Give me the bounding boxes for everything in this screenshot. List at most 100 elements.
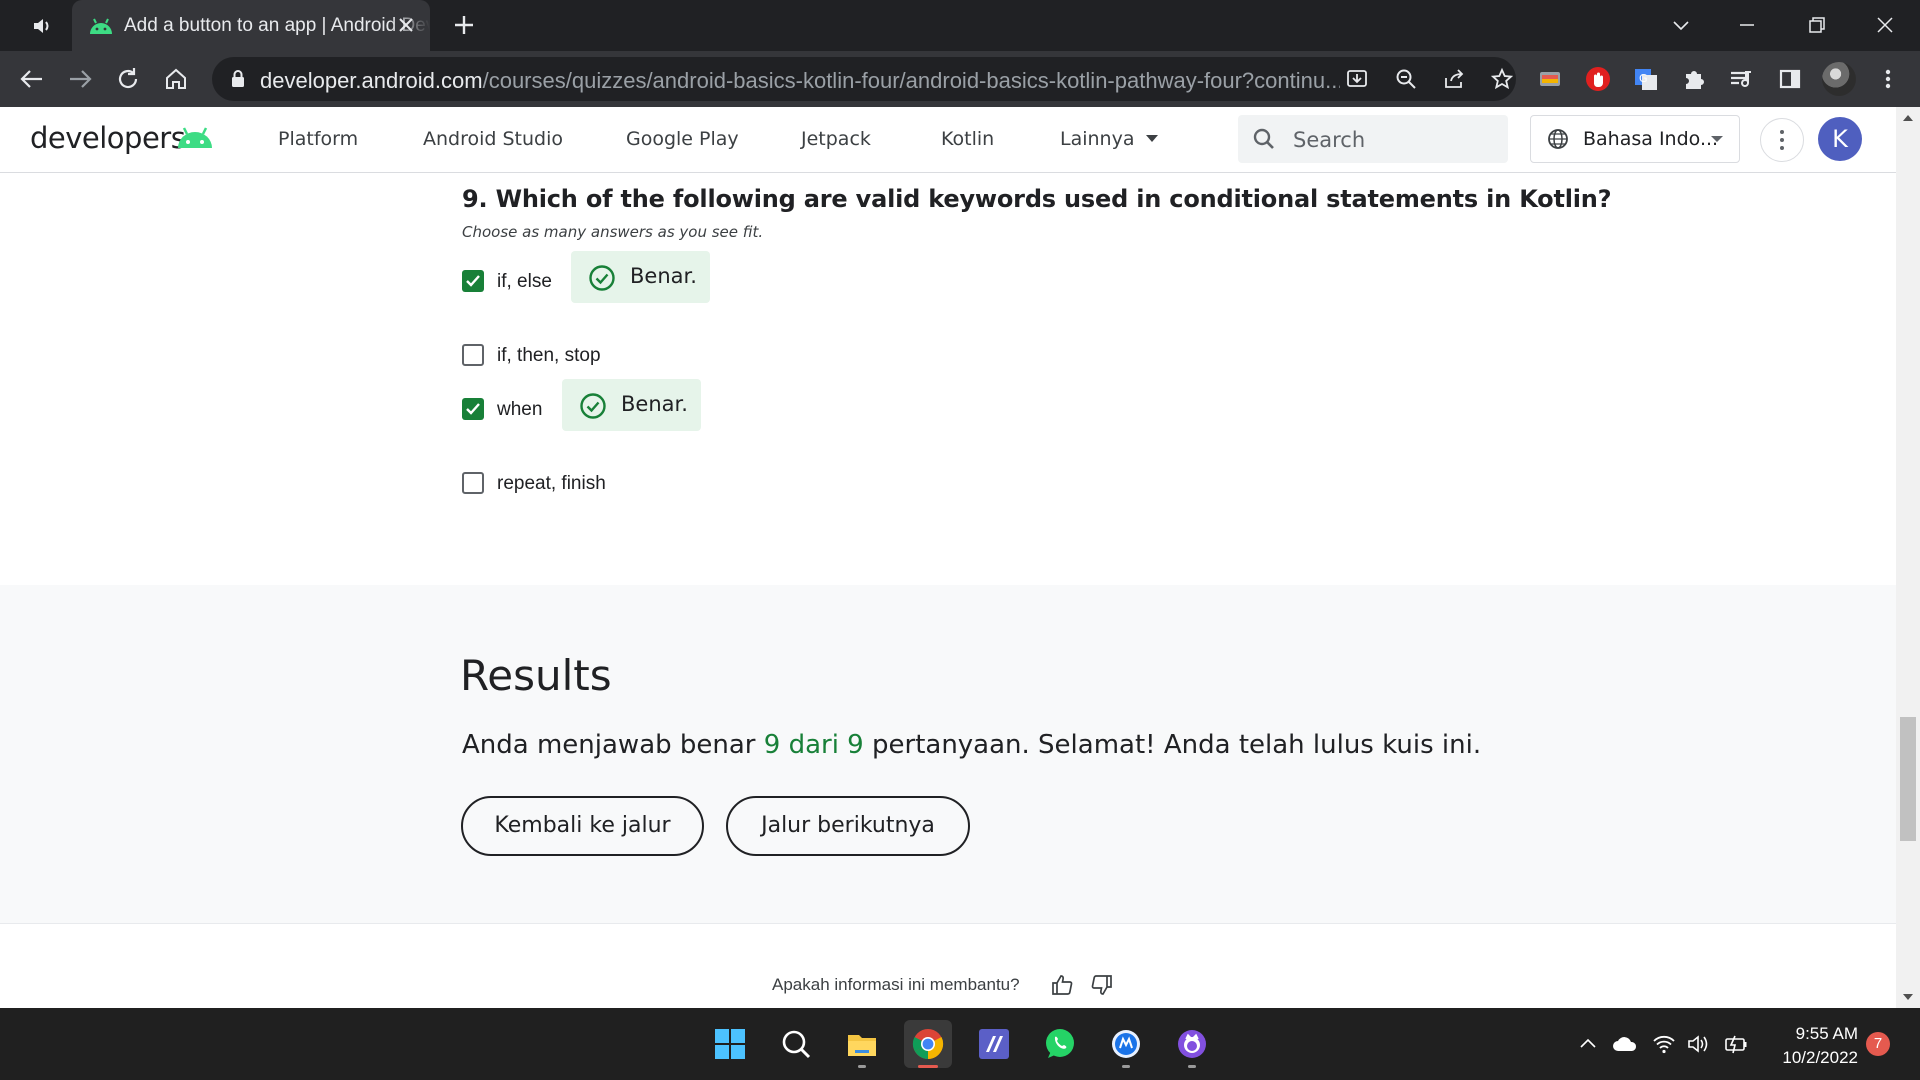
adblock-extension-icon[interactable] (1584, 65, 1612, 93)
score: 9 dari 9 (763, 730, 864, 760)
nav-jetpack[interactable]: Jetpack (801, 128, 871, 150)
side-panel-icon[interactable] (1776, 65, 1804, 93)
share-icon[interactable] (1442, 67, 1466, 91)
checkbox-unchecked[interactable] (462, 472, 484, 494)
address-bar[interactable]: developer.android.com/courses/quizzes/an… (212, 57, 1516, 101)
back-icon[interactable] (18, 65, 46, 93)
browser-tab-active[interactable]: Add a button to an app | Android Develop… (72, 0, 464, 51)
windows-taskbar: 9:55 AM 10/2/2022 7 (0, 1008, 1920, 1080)
onedrive-cloud-icon[interactable] (1612, 1032, 1637, 1056)
feedback-text: Benar. (621, 392, 688, 416)
helpful-prompt: Apakah informasi ini membantu? (772, 975, 1020, 994)
site-header: developers Platform Android Studio Googl… (0, 107, 1896, 173)
media-queue-icon[interactable] (1728, 65, 1756, 93)
android-favicon-icon (88, 16, 114, 36)
new-tab-icon[interactable] (452, 13, 476, 37)
back-to-pathway-button[interactable]: Kembali ke jalur (461, 796, 704, 856)
results-text-before: Anda menjawab benar (462, 730, 764, 760)
search-input[interactable]: Search (1238, 115, 1508, 163)
option-label: if, then, stop (497, 345, 601, 366)
scroll-thumb[interactable] (1900, 717, 1916, 841)
browser-profile-avatar[interactable] (1822, 62, 1856, 96)
android-logo-icon[interactable] (176, 127, 214, 149)
close-window-icon[interactable] (1872, 12, 1898, 38)
globe-icon (1547, 128, 1569, 150)
taskbar-search-icon[interactable] (772, 1020, 820, 1068)
svg-text:G: G (1639, 72, 1648, 85)
option-label: repeat, finish (497, 473, 606, 494)
restore-icon[interactable] (1804, 12, 1830, 38)
github-desktop-icon[interactable] (1168, 1020, 1216, 1068)
running-indicator (858, 1065, 866, 1068)
check-circle-icon (588, 264, 616, 292)
more-options-button[interactable] (1760, 118, 1804, 162)
lock-icon[interactable] (230, 69, 246, 89)
tray-overflow-chevron-icon[interactable] (1576, 1032, 1600, 1056)
whatsapp-icon[interactable] (1036, 1020, 1084, 1068)
bookmark-star-icon[interactable] (1490, 67, 1514, 91)
results-summary: Anda menjawab benar 9 dari 9 pertanyaan.… (462, 730, 1481, 760)
checkbox-unchecked[interactable] (462, 344, 484, 366)
nav-google-play[interactable]: Google Play (626, 128, 739, 150)
thumbs-up-icon[interactable] (1050, 973, 1074, 997)
taskbar-clock[interactable]: 9:55 AM 10/2/2022 (1768, 1022, 1858, 1070)
battery-charging-icon[interactable] (1724, 1032, 1748, 1056)
running-indicator (1188, 1065, 1196, 1068)
check-circle-icon (579, 392, 607, 420)
page-scrollbar[interactable] (1896, 107, 1920, 1008)
results-text-after: pertanyaan. Selamat! Anda telah lulus ku… (863, 730, 1482, 760)
scroll-up-arrow-icon[interactable] (1903, 115, 1913, 121)
reload-icon[interactable] (114, 65, 142, 93)
checkbox-checked[interactable] (462, 398, 484, 420)
url-path: /courses/quizzes/android-basics-kotlin-f… (482, 68, 1340, 93)
file-explorer-icon[interactable] (838, 1020, 886, 1068)
scroll-down-arrow-icon[interactable] (1903, 994, 1913, 1000)
nav-more-label: Lainnya (1060, 128, 1135, 150)
cast-extension-icon[interactable] (1536, 65, 1564, 93)
home-icon[interactable] (162, 65, 190, 93)
option-label: if, else (497, 271, 552, 292)
developers-logo[interactable]: developers (30, 121, 186, 155)
chrome-taskbar-icon[interactable] (904, 1020, 952, 1068)
zoom-icon[interactable] (1394, 67, 1418, 91)
search-placeholder: Search (1293, 128, 1366, 152)
caret-down-icon (1711, 136, 1723, 142)
install-app-icon[interactable] (1345, 67, 1369, 91)
results-heading: Results (460, 651, 612, 700)
active-indicator (918, 1065, 938, 1068)
messenger-app-icon[interactable] (1102, 1020, 1150, 1068)
quiz-section: 9. Which of the following are valid keyw… (0, 173, 1896, 585)
url-text: developer.android.com/courses/quizzes/an… (260, 68, 1340, 94)
nav-android-studio[interactable]: Android Studio (423, 128, 563, 150)
browser-menu-icon[interactable] (1874, 65, 1902, 93)
url-host: developer.android.com (260, 68, 483, 93)
thumbs-down-icon[interactable] (1090, 973, 1114, 997)
feedback-text: Benar. (630, 264, 697, 288)
caret-down-icon (1146, 135, 1159, 142)
nav-kotlin[interactable]: Kotlin (941, 128, 994, 150)
windows-start-icon[interactable] (706, 1020, 754, 1068)
google-translate-extension-icon[interactable]: G (1632, 65, 1660, 93)
nav-platform[interactable]: Platform (278, 128, 358, 150)
notification-badge[interactable]: 7 (1866, 1032, 1890, 1056)
forward-icon[interactable] (66, 65, 94, 93)
next-pathway-button[interactable]: Jalur berikutnya (726, 796, 970, 856)
close-tab-icon[interactable] (396, 15, 416, 35)
running-indicator (1122, 1065, 1130, 1068)
correct-feedback-badge: Benar. (562, 379, 701, 431)
speaker-icon[interactable] (30, 14, 54, 38)
checkbox-checked[interactable] (462, 270, 484, 292)
tab-search-chevron-icon[interactable] (1668, 12, 1694, 38)
extensions-puzzle-icon[interactable] (1680, 65, 1708, 93)
volume-icon[interactable] (1686, 1032, 1710, 1056)
browser-tabstrip: Add a button to an app | Android Develop… (0, 0, 1920, 51)
nav-more-dropdown[interactable]: Lainnya (1060, 128, 1159, 150)
visual-studio-icon[interactable] (970, 1020, 1018, 1068)
wifi-icon[interactable] (1652, 1032, 1676, 1056)
language-select[interactable]: Bahasa Indo... (1530, 115, 1740, 163)
clock-date: 10/2/2022 (1782, 1048, 1858, 1067)
user-avatar[interactable]: K (1818, 117, 1862, 161)
question-hint: Choose as many answers as you see fit. (462, 223, 764, 241)
minimize-icon[interactable] (1734, 12, 1760, 38)
clock-time: 9:55 AM (1795, 1024, 1858, 1043)
